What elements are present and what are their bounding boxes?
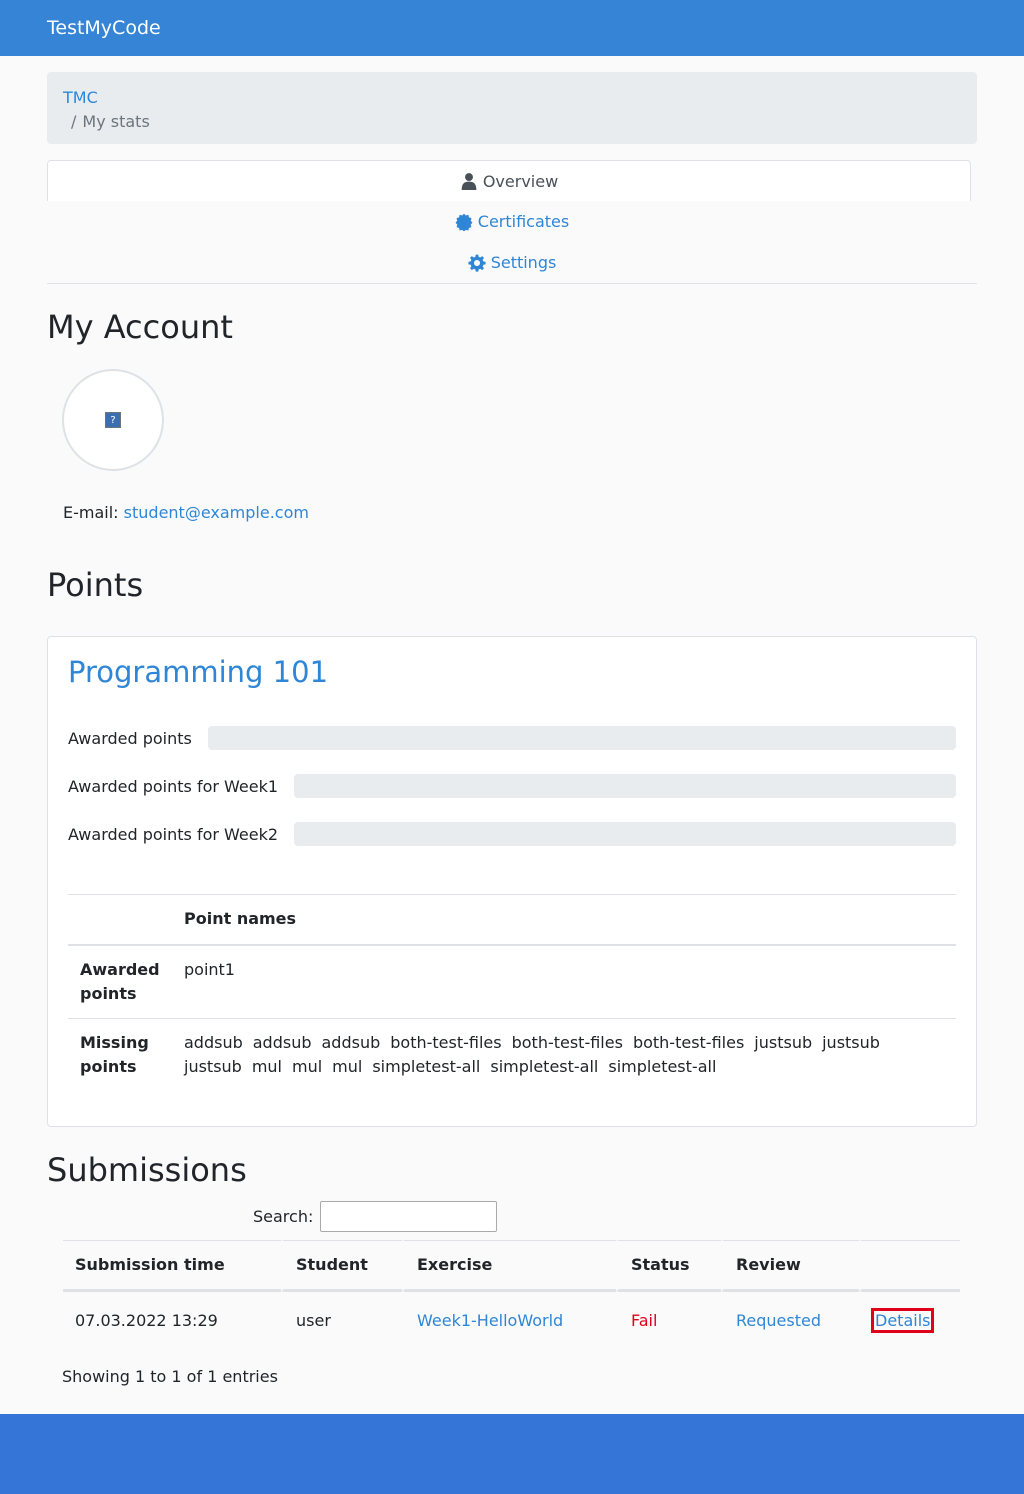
column-exercise[interactable]: Exercise bbox=[402, 1240, 616, 1291]
point-name: mul bbox=[332, 1057, 363, 1076]
table-row-missing: Missing points addsub addsub addsub both-te… bbox=[68, 1018, 956, 1119]
breadcrumb-separator: / bbox=[71, 112, 77, 131]
table-row: 07.03.2022 13:29 user Week1-HelloWorld F… bbox=[63, 1291, 960, 1349]
certificate-icon bbox=[455, 213, 473, 231]
point-name: both-test-files bbox=[390, 1033, 502, 1052]
progress-bar bbox=[207, 726, 956, 750]
gear-icon bbox=[468, 254, 486, 272]
column-student[interactable]: Student bbox=[281, 1240, 402, 1291]
course-title-link[interactable]: Programming 101 bbox=[68, 655, 328, 689]
point-name: point1 bbox=[184, 960, 235, 979]
table-info: Showing 1 to 1 of 1 entries bbox=[62, 1367, 278, 1386]
point-name: addsub bbox=[321, 1033, 381, 1052]
progress-row-week2: Awarded points for Week2 bbox=[68, 822, 956, 846]
email-label: E-mail: bbox=[63, 503, 119, 522]
tab-settings-label[interactable]: Settings bbox=[491, 253, 557, 272]
footer bbox=[0, 1414, 1024, 1494]
points-heading: Points bbox=[47, 566, 144, 604]
account-heading: My Account bbox=[47, 308, 233, 346]
point-name: mul bbox=[251, 1057, 282, 1076]
point-name: justsub bbox=[754, 1033, 813, 1052]
progress-bar bbox=[294, 822, 956, 846]
submissions-heading: Submissions bbox=[47, 1151, 247, 1189]
submissions-table: Submission time Student Exercise Status … bbox=[63, 1240, 960, 1349]
point-name: simpletest-all bbox=[490, 1057, 599, 1076]
tab-certificates[interactable]: Certificates bbox=[47, 201, 977, 242]
review-link[interactable]: Requested bbox=[736, 1311, 821, 1330]
breadcrumb-root-link[interactable]: TMC bbox=[63, 88, 98, 107]
missing-points-label: Missing points bbox=[68, 1018, 172, 1119]
avatar: ? bbox=[62, 369, 164, 471]
column-status[interactable]: Status bbox=[616, 1240, 721, 1291]
user-icon bbox=[461, 173, 477, 190]
awarded-points-list: point1 bbox=[172, 944, 956, 1019]
point-name: simpletest-all bbox=[372, 1057, 481, 1076]
column-submission-time[interactable]: Submission time bbox=[63, 1240, 281, 1291]
submission-time: 07.03.2022 13:29 bbox=[63, 1291, 281, 1349]
point-name: mul bbox=[292, 1057, 323, 1076]
exercise-link[interactable]: Week1-HelloWorld bbox=[417, 1311, 563, 1330]
point-name: justsub bbox=[184, 1057, 242, 1076]
breadcrumb-current: My stats bbox=[82, 112, 150, 131]
top-navbar: TestMyCode bbox=[0, 0, 1024, 56]
progress-label: Awarded points bbox=[68, 728, 192, 748]
table-header-empty bbox=[68, 894, 172, 946]
tab-certificates-label[interactable]: Certificates bbox=[478, 212, 569, 231]
point-names-table: Point names Awarded points point1 Missin… bbox=[68, 894, 956, 1119]
progress-label: Awarded points for Week2 bbox=[68, 824, 279, 844]
email-link[interactable]: student@example.com bbox=[124, 503, 309, 522]
point-name: justsub bbox=[822, 1033, 880, 1052]
point-name: both-test-files bbox=[511, 1033, 623, 1052]
tab-overview-label: Overview bbox=[482, 171, 559, 191]
course-points-card: Programming 101 Awarded points Awarded p… bbox=[47, 636, 977, 1127]
missing-points-list: addsub addsub addsub both-test-files both-te… bbox=[172, 1018, 956, 1119]
progress-row-week1: Awarded points for Week1 bbox=[68, 774, 956, 798]
tab-settings[interactable]: Settings bbox=[47, 242, 977, 283]
point-name: both-test-files bbox=[632, 1033, 745, 1052]
point-name: addsub bbox=[184, 1033, 243, 1052]
breadcrumb: TMC / My stats bbox=[47, 72, 977, 144]
point-name: simpletest-all bbox=[608, 1057, 717, 1076]
search-input[interactable] bbox=[320, 1201, 498, 1232]
column-details bbox=[859, 1240, 960, 1291]
progress-row-total: Awarded points bbox=[68, 726, 956, 750]
point-name: addsub bbox=[252, 1033, 312, 1052]
column-review[interactable]: Review bbox=[721, 1240, 859, 1291]
status-badge: Fail bbox=[616, 1291, 721, 1349]
search-row: Search: bbox=[253, 1201, 498, 1232]
progress-label: Awarded points for Week1 bbox=[68, 776, 279, 796]
broken-image-icon: ? bbox=[105, 412, 121, 428]
progress-bar bbox=[294, 774, 956, 798]
table-header-point-names: Point names bbox=[172, 894, 956, 946]
email-row: E-mail: student@example.com bbox=[63, 502, 309, 524]
awarded-points-label: Awarded points bbox=[68, 944, 172, 1019]
table-row-awarded: Awarded points point1 bbox=[68, 944, 956, 1019]
tab-overview[interactable]: Overview bbox=[47, 160, 971, 201]
details-link[interactable]: Details bbox=[870, 1308, 935, 1333]
brand-link[interactable]: TestMyCode bbox=[47, 17, 161, 39]
search-label: Search: bbox=[253, 1207, 314, 1226]
submission-student: user bbox=[281, 1291, 402, 1349]
account-tabs: Overview Certificates Settings bbox=[47, 160, 977, 284]
